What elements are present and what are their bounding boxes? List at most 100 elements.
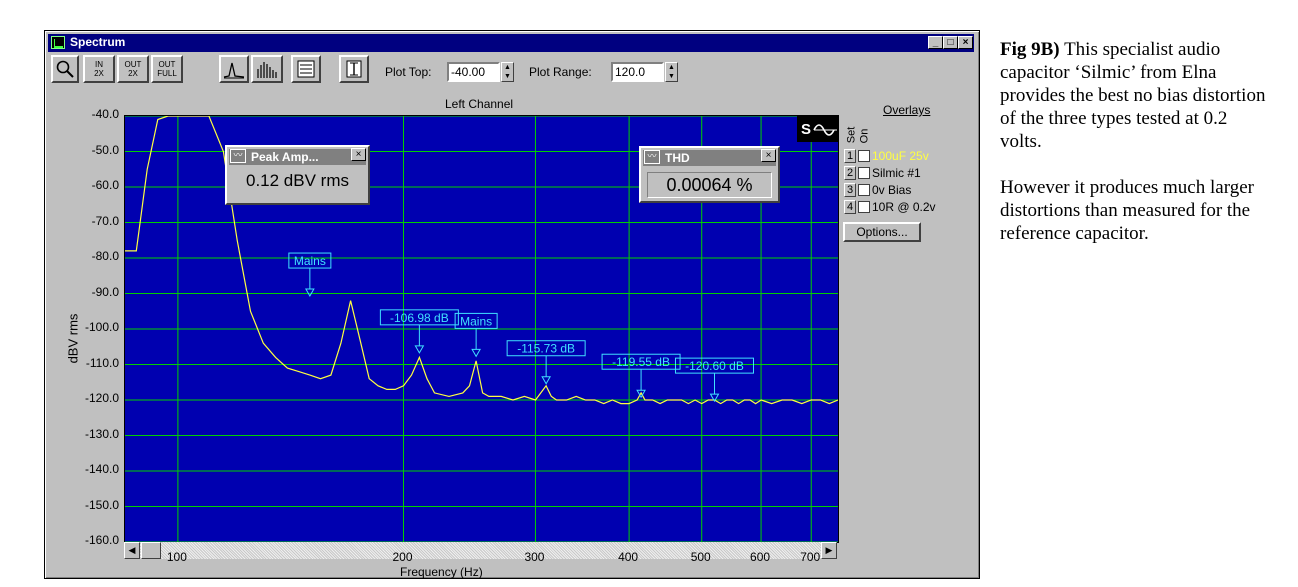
overlay-on-4-checkbox[interactable] — [858, 200, 870, 213]
zoom-out-full-label-top: OUT — [158, 60, 176, 69]
y-tick-label: -50.0 — [91, 142, 119, 157]
zoom-in-2x-label-bottom: 2X — [94, 69, 104, 78]
overlay-label-1: 100uF 25v — [872, 148, 929, 163]
overlay-on-1-checkbox[interactable] — [858, 149, 870, 162]
minimize-button[interactable]: _ — [928, 36, 943, 49]
magnifier-icon — [56, 60, 74, 78]
magnify-button[interactable] — [51, 55, 79, 83]
zoom-out-2x-label-bottom: 2X — [128, 69, 138, 78]
y-tick-label: -160.0 — [84, 533, 119, 547]
x-tick-label: 400 — [618, 550, 639, 564]
annotation-label: -115.73 dB — [517, 342, 575, 356]
zoom-in-2x-label-top: IN — [95, 60, 103, 69]
annotation-label: Mains — [460, 314, 492, 328]
x-tick-label: 500 — [690, 550, 711, 564]
peak-amplitude-value: 0.12 dBV rms — [246, 171, 349, 190]
overlay-row-3: 3 0v Bias — [844, 182, 911, 198]
overlay-set-2-button[interactable]: 2 — [844, 165, 856, 180]
y-tick-label: -90.0 — [91, 284, 119, 299]
panel-button[interactable] — [291, 55, 321, 83]
figure-caption: Fig 9B) This specialist audio capacitor … — [1000, 38, 1268, 268]
annotation-marker — [541, 376, 551, 385]
set-header: Set — [845, 126, 858, 144]
horizontal-scrollbar[interactable]: ◀ ▶ — [124, 542, 837, 559]
x-axis-label: Frequency (Hz) — [400, 565, 483, 579]
plot-range-spinner[interactable]: ▲ ▼ — [665, 62, 678, 82]
peak-window-close-button[interactable]: × — [351, 148, 366, 161]
window-title: Spectrum — [70, 35, 126, 49]
overlay-row-1: 1 100uF 25v — [844, 148, 929, 164]
figure-label: Fig 9B) — [1000, 39, 1060, 60]
annotation-marker — [471, 348, 481, 358]
bar-mode-button[interactable] — [251, 55, 283, 83]
annotation-label: -106.98 dB — [390, 311, 449, 325]
spectrum-window: Spectrum _ □ × IN 2X OUT 2X OUT FULL Plo… — [44, 30, 980, 579]
close-button[interactable]: × — [958, 36, 973, 49]
y-tick-label: -80.0 — [91, 249, 119, 263]
peak-window-title: Peak Amp... — [229, 149, 366, 165]
zoom-out-full-button[interactable]: OUT FULL — [151, 55, 183, 83]
annotation-label: -119.55 dB — [612, 355, 670, 369]
overlay-row-4: 4 10R @ 0.2v — [844, 199, 936, 215]
y-tick-label: -130.0 — [84, 426, 119, 441]
svg-text:S: S — [801, 121, 811, 138]
bar-graph-icon — [257, 62, 277, 78]
annotation-marker — [305, 288, 315, 298]
overlay-label-3: 0v Bias — [872, 182, 912, 197]
y-tick-label: -40.0 — [91, 107, 119, 121]
overlay-column-headers: Set On — [845, 123, 871, 147]
x-tick-label: 100 — [166, 550, 187, 564]
overlay-set-1-button[interactable]: 1 — [844, 148, 856, 163]
sine-wave-icon: S — [801, 121, 837, 138]
plot-range-input[interactable]: 120.0 — [611, 62, 664, 82]
on-header: On — [858, 128, 871, 144]
zoom-out-2x-button[interactable]: OUT 2X — [117, 55, 149, 83]
x-tick-label: 700 — [800, 550, 821, 564]
plot-range-label: Plot Range: — [529, 65, 592, 79]
overlay-set-4-button[interactable]: 4 — [844, 199, 856, 214]
annotation-label: Mains — [294, 254, 326, 268]
annotation-marker — [414, 345, 425, 354]
vertical-range-icon — [346, 60, 362, 78]
overlay-toggle-badge[interactable]: S — [797, 116, 838, 142]
panel-icon — [297, 60, 315, 78]
peak-amplitude-window[interactable]: Peak Amp... 〰 × 0.12 dBV rms — [225, 145, 370, 205]
overlay-label-2: Silmic #1 — [872, 165, 921, 180]
y-tick-label: -150.0 — [84, 497, 119, 512]
plot-top-label: Plot Top: — [385, 65, 432, 79]
line-mode-button[interactable] — [219, 55, 249, 83]
scroll-left-button[interactable]: ◀ — [124, 542, 140, 559]
caption-paragraph-1: Fig 9B) This specialist audio capacitor … — [1000, 38, 1268, 153]
thd-value: 0.00064 % — [666, 175, 753, 195]
wave-icon: 〰 — [230, 149, 246, 163]
wave-icon: 〰 — [644, 150, 660, 164]
maximize-button[interactable]: □ — [943, 36, 958, 49]
y-tick-label: -140.0 — [84, 462, 119, 476]
y-axis-label: dBV rms — [65, 313, 81, 364]
y-tick-label: -70.0 — [91, 213, 119, 228]
annotation-label: -120.60 dB — [685, 359, 744, 373]
y-tick-label: -120.0 — [84, 391, 119, 405]
overlay-options-button[interactable]: Options... — [843, 222, 921, 242]
overlay-on-3-checkbox[interactable] — [858, 183, 870, 196]
plot-top-input[interactable]: -40.00 — [447, 62, 500, 82]
thd-window[interactable]: THD 〰 × 0.00064 % — [639, 146, 780, 203]
range-button[interactable] — [339, 55, 369, 83]
overlay-set-3-button[interactable]: 3 — [844, 182, 856, 197]
zoom-in-2x-button[interactable]: IN 2X — [83, 55, 115, 83]
y-tick-label: -60.0 — [91, 178, 119, 192]
x-tick-label: 200 — [392, 550, 413, 564]
overlay-row-2: 2 Silmic #1 — [844, 165, 921, 181]
plot-top-spinner[interactable]: ▲ ▼ — [501, 62, 514, 82]
overlay-label-4: 10R @ 0.2v — [872, 199, 936, 214]
zoom-out-full-label-bottom: FULL — [157, 69, 177, 78]
overlay-on-2-checkbox[interactable] — [858, 166, 870, 179]
x-tick-label: 600 — [750, 550, 771, 564]
title-bar[interactable]: Spectrum _ □ × — [48, 34, 974, 52]
chart-title: Left Channel — [445, 97, 514, 111]
overlays-title: Overlays — [883, 103, 931, 117]
thd-window-title: THD — [643, 150, 776, 166]
thd-window-close-button[interactable]: × — [761, 149, 776, 162]
line-graph-icon — [223, 62, 245, 79]
caption-text-2: However it produces much larger distorti… — [1000, 177, 1254, 244]
